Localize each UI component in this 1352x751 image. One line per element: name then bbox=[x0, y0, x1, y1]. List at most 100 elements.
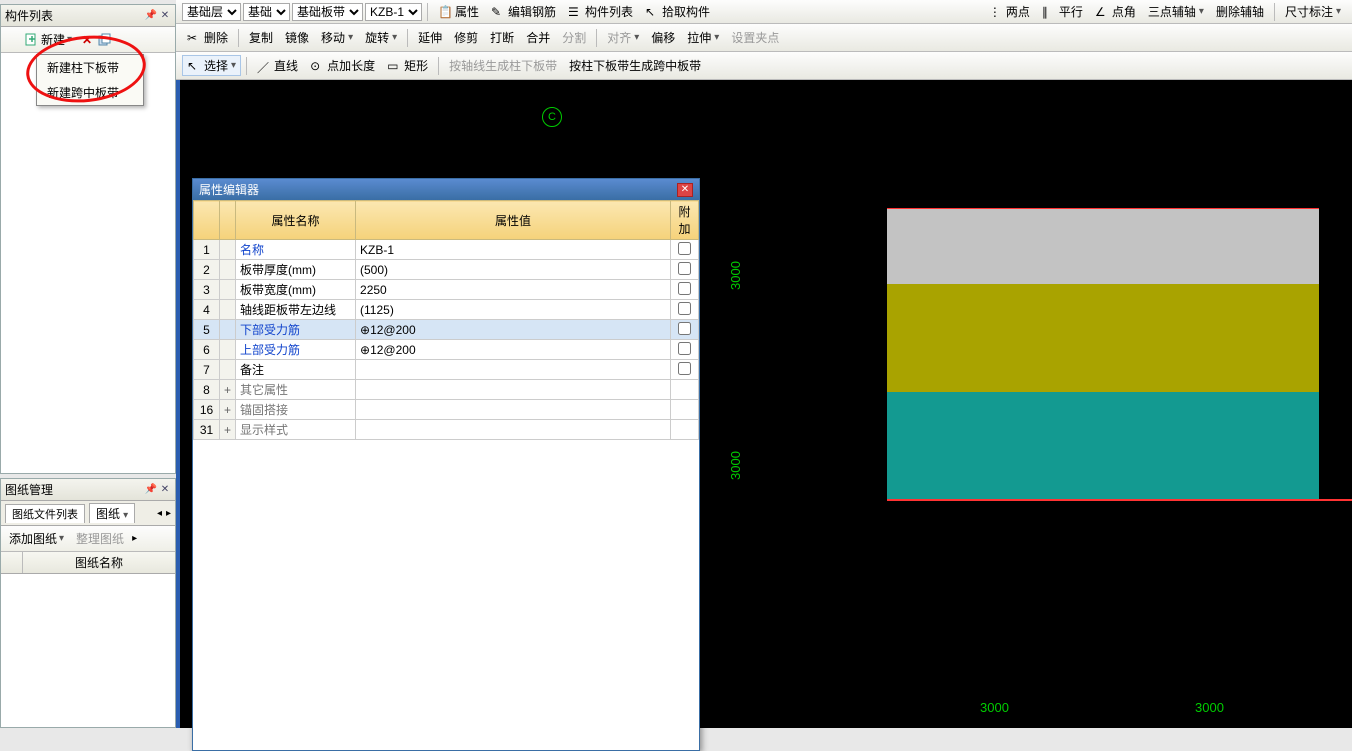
grip-btn[interactable]: 设置夹点 bbox=[726, 27, 784, 48]
tab-nav-right[interactable]: ▸ bbox=[166, 508, 171, 519]
slab-olive bbox=[887, 284, 1319, 392]
pin-icon[interactable]: 📌 bbox=[145, 484, 157, 496]
expand-icon[interactable]: + bbox=[220, 400, 236, 420]
rect-button[interactable]: ▭矩形 bbox=[382, 55, 433, 76]
move-btn[interactable]: 移动 ▾ bbox=[316, 27, 358, 48]
gen-col-strip-button[interactable]: 按轴线生成柱下板带 bbox=[444, 55, 562, 76]
merge-btn[interactable]: 合并 bbox=[521, 27, 555, 48]
trim-btn[interactable]: 修剪 bbox=[449, 27, 483, 48]
prop-attach[interactable] bbox=[671, 380, 699, 400]
prop-attach[interactable] bbox=[671, 400, 699, 420]
component-tree: KZB-1 KZB-1 bbox=[1, 53, 175, 473]
item-combo[interactable]: KZB-1 bbox=[365, 3, 422, 21]
property-row[interactable]: 6上部受力筋⊕12@200 bbox=[194, 340, 699, 360]
prop-attach[interactable] bbox=[671, 360, 699, 380]
align-btn[interactable]: 对齐 ▾ bbox=[602, 27, 644, 48]
copy-icon[interactable] bbox=[98, 33, 112, 47]
prop-value[interactable]: ⊕12@200 bbox=[356, 340, 671, 360]
edit-rebar-button[interactable]: ✎编辑钢筋 bbox=[486, 1, 561, 22]
panel-close-icon[interactable]: ✕ bbox=[159, 10, 171, 22]
prop-attach[interactable] bbox=[671, 340, 699, 360]
new-button[interactable]: 新建 ▾ bbox=[21, 29, 76, 50]
prop-attach[interactable] bbox=[671, 280, 699, 300]
split-btn[interactable]: 分割 bbox=[557, 27, 591, 48]
property-row[interactable]: 7备注 bbox=[194, 360, 699, 380]
prop-name: 显示样式 bbox=[236, 420, 356, 440]
rotate-btn[interactable]: 旋转 ▾ bbox=[360, 27, 402, 48]
prop-attach[interactable] bbox=[671, 300, 699, 320]
stretch-btn[interactable]: 拉伸 ▾ bbox=[682, 27, 724, 48]
delete-aux-button[interactable]: 删除辅轴 bbox=[1211, 1, 1269, 22]
layer-combo[interactable]: 基础层 bbox=[182, 3, 241, 21]
prop-value[interactable]: (1125) bbox=[356, 300, 671, 320]
property-row[interactable]: 4轴线距板带左边线(1125) bbox=[194, 300, 699, 320]
parallel-button[interactable]: ∥平行 bbox=[1037, 1, 1088, 22]
expand-icon[interactable]: + bbox=[220, 380, 236, 400]
gen-span-strip-button[interactable]: 按柱下板带生成跨中板带 bbox=[564, 55, 706, 76]
break-btn[interactable]: 打断 bbox=[485, 27, 519, 48]
mirror-btn[interactable]: 镜像 bbox=[280, 27, 314, 48]
property-button[interactable]: 📋属性 bbox=[433, 1, 484, 22]
extend-btn[interactable]: 延伸 bbox=[413, 27, 447, 48]
add-drawing-button[interactable]: 添加图纸 ▾ bbox=[5, 528, 68, 549]
prop-attach[interactable] bbox=[671, 320, 699, 340]
pin-icon[interactable]: 📌 bbox=[145, 10, 157, 22]
line-button[interactable]: ／直线 bbox=[252, 55, 303, 76]
copy-btn[interactable]: 复制 bbox=[244, 27, 278, 48]
property-row[interactable]: 2板带厚度(mm)(500) bbox=[194, 260, 699, 280]
property-row[interactable]: 1名称KZB-1 bbox=[194, 240, 699, 260]
tab-drawings[interactable]: 图纸 ▾ bbox=[89, 503, 135, 523]
prop-name: 下部受力筋 bbox=[236, 320, 356, 340]
offset-btn[interactable]: 偏移 bbox=[646, 27, 680, 48]
three-point-aux-button[interactable]: 三点辅轴 ▾ bbox=[1143, 1, 1209, 22]
property-row[interactable]: 16+锚固搭接 bbox=[194, 400, 699, 420]
delete-btn[interactable]: ✂删除 bbox=[182, 27, 233, 48]
propdlg-titlebar[interactable]: 属性编辑器 ✕ bbox=[193, 179, 699, 200]
point-angle-button[interactable]: ∠点角 bbox=[1090, 1, 1141, 22]
prop-value[interactable] bbox=[356, 400, 671, 420]
prop-value[interactable]: (500) bbox=[356, 260, 671, 280]
property-row[interactable]: 8+其它属性 bbox=[194, 380, 699, 400]
prop-value[interactable]: ⊕12@200 bbox=[356, 320, 671, 340]
prop-attach[interactable] bbox=[671, 420, 699, 440]
prop-name: 其它属性 bbox=[236, 380, 356, 400]
delete-button[interactable]: ✕ bbox=[78, 33, 96, 47]
prop-attach[interactable] bbox=[671, 240, 699, 260]
prop-name: 板带厚度(mm) bbox=[236, 260, 356, 280]
drawings-panel: 图纸管理 📌 ✕ 图纸文件列表 图纸 ▾ ◂ ▸ 添加图纸 ▾ 整理图纸 ▸ 图… bbox=[0, 478, 176, 728]
prop-name: 备注 bbox=[236, 360, 356, 380]
tab-nav-left[interactable]: ◂ bbox=[157, 508, 162, 519]
property-row[interactable]: 31+显示样式 bbox=[194, 420, 699, 440]
tab-file-list[interactable]: 图纸文件列表 bbox=[5, 504, 85, 523]
propdlg-title: 属性编辑器 bbox=[199, 181, 259, 198]
expand-icon[interactable]: + bbox=[220, 420, 236, 440]
prop-attach[interactable] bbox=[671, 260, 699, 280]
property-row[interactable]: 3板带宽度(mm)2250 bbox=[194, 280, 699, 300]
row-num: 6 bbox=[194, 340, 220, 360]
expand-icon bbox=[220, 340, 236, 360]
component-list-button[interactable]: ☰构件列表 bbox=[563, 1, 638, 22]
prop-value[interactable] bbox=[356, 380, 671, 400]
prop-value[interactable]: 2250 bbox=[356, 280, 671, 300]
menu-new-column-strip[interactable]: 新建柱下板带 bbox=[37, 55, 143, 80]
propdlg-close-icon[interactable]: ✕ bbox=[677, 183, 693, 197]
col-name: 属性名称 bbox=[236, 201, 356, 240]
category-combo[interactable]: 基础 bbox=[243, 3, 290, 21]
pick-component-button[interactable]: ↖拾取构件 bbox=[640, 1, 715, 22]
arrange-drawing-button[interactable]: 整理图纸 bbox=[72, 528, 128, 549]
more-icon[interactable]: ▸ bbox=[132, 533, 137, 544]
prop-value[interactable] bbox=[356, 360, 671, 380]
point-length-button[interactable]: ⊙点加长度 bbox=[305, 55, 380, 76]
menu-new-span-strip[interactable]: 新建跨中板带 bbox=[37, 80, 143, 105]
prop-value[interactable]: KZB-1 bbox=[356, 240, 671, 260]
panel-close-icon[interactable]: ✕ bbox=[159, 484, 171, 496]
component-list-title: 构件列表 bbox=[5, 7, 53, 24]
dimension-button[interactable]: 尺寸标注 ▾ bbox=[1280, 1, 1346, 22]
hdim-1: 3000 bbox=[980, 700, 1009, 715]
property-row[interactable]: 5下部受力筋⊕12@200 bbox=[194, 320, 699, 340]
type-combo[interactable]: 基础板带 bbox=[292, 3, 363, 21]
select-button[interactable]: ↖选择 ▾ bbox=[182, 55, 241, 76]
prop-value[interactable] bbox=[356, 420, 671, 440]
two-point-button[interactable]: ⋮两点 bbox=[984, 1, 1035, 22]
row-num: 3 bbox=[194, 280, 220, 300]
